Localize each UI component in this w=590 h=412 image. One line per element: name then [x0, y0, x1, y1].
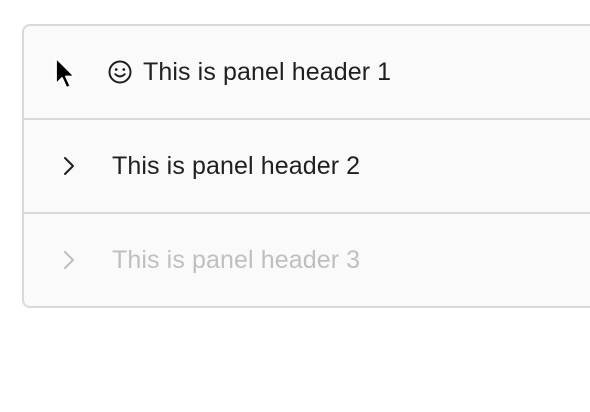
panel-header-title-2: This is panel header 2 [112, 151, 361, 180]
smile-icon [107, 59, 133, 85]
panel-2-icon-slot [24, 155, 112, 177]
collapse-panel-1[interactable]: This is panel header 1 [24, 26, 590, 120]
chevron-right-icon [62, 249, 76, 271]
panel-1-header: This is panel header 1 [108, 57, 392, 87]
panel-header-title-3: This is panel header 3 [112, 245, 361, 274]
panel-header-title-1: This is panel header 1 [143, 57, 392, 86]
collapse: This is panel header 1 This is panel hea… [22, 24, 590, 308]
panel-3-icon-slot [24, 249, 112, 271]
collapse-panel-3: This is panel header 3 [24, 214, 590, 306]
collapse-panel-2[interactable]: This is panel header 2 [24, 120, 590, 214]
chevron-right-icon [62, 155, 76, 177]
